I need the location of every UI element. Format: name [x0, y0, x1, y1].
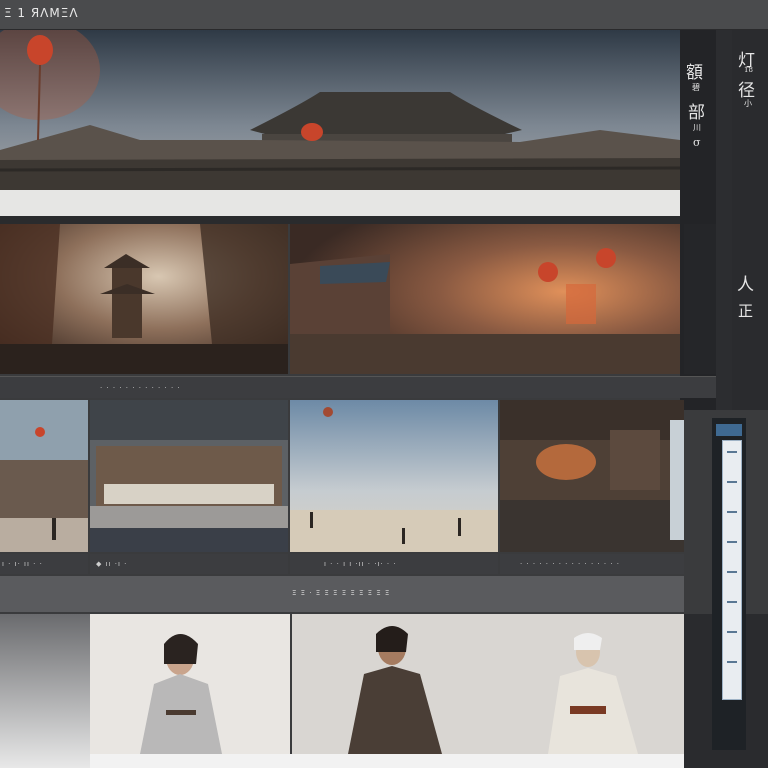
scroll-tick: [727, 451, 737, 453]
scroll-tick: [727, 541, 737, 543]
scroll-tick: [727, 511, 737, 513]
gallery-image-pagoda[interactable]: [0, 224, 288, 374]
glyph: 人: [737, 275, 754, 295]
gallery-image-plain[interactable]: [290, 400, 498, 552]
scroll-tick: [727, 601, 737, 603]
caption-strip: ı · ı· ıı · ·: [0, 554, 88, 574]
caption-text: Ξ Ξ · Ξ Ξ Ξ Ξ Ξ Ξ Ξ Ξ Ξ: [292, 589, 391, 597]
gallery-image-burning-hall[interactable]: [500, 400, 684, 552]
gallery-image-market[interactable]: [290, 224, 680, 374]
glyph: 正: [738, 302, 754, 320]
toolbar-band: Ξ Ξ · Ξ Ξ Ξ Ξ Ξ Ξ Ξ Ξ Ξ: [0, 576, 684, 612]
caption-strip: ı · · ı ı ·ıı · ·ı· · ·: [290, 554, 498, 574]
fade-panel: [0, 614, 90, 768]
side-column-right: 灯 18 径 小 人 正: [732, 30, 768, 410]
glyph: 18: [744, 66, 753, 74]
app-title: Ξ 1 ЯΛΜΞΛ: [4, 6, 79, 20]
caption-strip: · · · · · · · · · · · · ·: [0, 376, 716, 398]
caption-strip: · · · · · · · · · · · · · · · ·: [500, 554, 684, 574]
scroll-track[interactable]: [722, 440, 742, 700]
glyph: σ: [693, 136, 701, 149]
scroll-up-button[interactable]: [716, 424, 742, 436]
portrait-pair[interactable]: [292, 614, 684, 754]
banner-divider: [0, 190, 690, 216]
title-bar: [0, 0, 768, 30]
caption-text: · · · · · · · · · · · · ·: [100, 384, 181, 392]
side-divider: [684, 224, 716, 374]
glyph: 小: [744, 99, 752, 108]
glyph: 額: [686, 63, 703, 83]
hero-banner-image[interactable]: [0, 30, 680, 190]
scroll-tick: [727, 631, 737, 633]
glyph: 川: [693, 123, 701, 132]
glyph: 部: [688, 103, 705, 123]
caption-text: ı · · ı ı ·ıı · ·ı· · ·: [324, 560, 397, 568]
caption-text: ◆ ıı ·ı ·: [96, 560, 128, 568]
scroll-tick: [727, 481, 737, 483]
banner-shadow: [0, 216, 690, 224]
gallery-image-street[interactable]: [0, 400, 88, 552]
caption-text: ı · ı· ıı · ·: [2, 560, 43, 568]
caption-strip: ◆ ıı ·ı ·: [90, 554, 288, 574]
scroll-tick: [727, 571, 737, 573]
caption-text: · · · · · · · · · · · · · · · ·: [520, 560, 620, 568]
portrait-warrior-grey[interactable]: [90, 614, 290, 754]
bottom-fade: [90, 754, 684, 768]
scroll-tick: [727, 661, 737, 663]
glyph: 碧: [692, 83, 700, 92]
gallery-image-courtyard[interactable]: [90, 400, 288, 552]
